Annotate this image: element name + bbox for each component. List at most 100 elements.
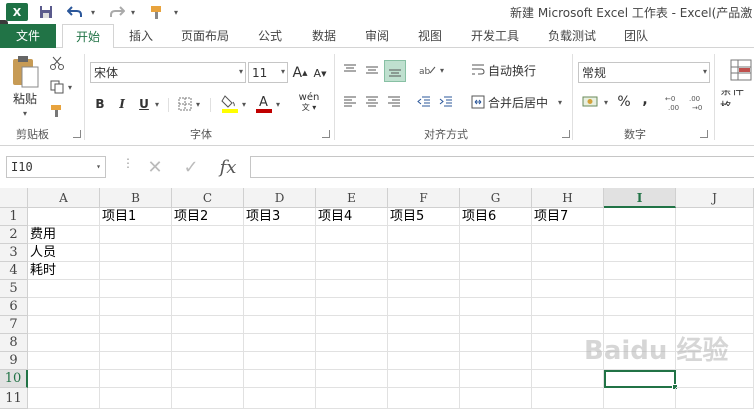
cell-f7[interactable] [388,316,460,334]
orientation-icon[interactable]: ab [416,60,438,80]
font-color-icon[interactable]: A [254,92,274,114]
cell-i11[interactable] [604,388,676,409]
tab-view[interactable]: 视图 [408,24,452,48]
cell-a1[interactable] [28,208,100,226]
cell-d3[interactable] [244,244,316,262]
cell-j6[interactable] [676,298,754,316]
column-header-j[interactable]: J [676,188,754,208]
cell-i2[interactable] [604,226,676,244]
column-header-g[interactable]: G [460,188,532,208]
cell-c1[interactable]: 项目2 [172,208,244,226]
select-all-button[interactable] [0,188,28,208]
increase-decimal-icon[interactable]: ←0.00 [664,92,686,114]
cell-c11[interactable] [172,388,244,409]
row-header-6[interactable]: 6 [0,298,28,316]
align-top-icon[interactable] [340,60,360,80]
cell-b7[interactable] [100,316,172,334]
cell-f3[interactable] [388,244,460,262]
cell-b10[interactable] [100,370,172,388]
cell-i4[interactable] [604,262,676,280]
cell-d1[interactable]: 项目3 [244,208,316,226]
tab-review[interactable]: 审阅 [356,24,398,48]
shrink-font-button[interactable]: A ▼ [313,64,327,83]
cell-c8[interactable] [172,334,244,352]
cell-j1[interactable] [676,208,754,226]
cell-g10[interactable] [460,370,532,388]
cell-j11[interactable] [676,388,754,409]
align-left-icon[interactable] [340,92,360,112]
italic-button[interactable]: I [114,94,130,114]
conditional-formatting-icon[interactable] [728,56,754,86]
cell-j10[interactable] [676,370,754,388]
redo-dropdown-icon[interactable]: ▾ [128,3,138,21]
cell-h10[interactable] [532,370,604,388]
row-header-9[interactable]: 9 [0,352,28,370]
cell-i3[interactable] [604,244,676,262]
row-header-2[interactable]: 2 [0,226,28,244]
enter-icon[interactable]: ✓ [176,156,206,178]
cell-e5[interactable] [316,280,388,298]
merge-center-dropdown-icon[interactable]: ▾ [556,96,564,108]
cell-d9[interactable] [244,352,316,370]
undo-icon[interactable] [64,3,86,21]
cell-b5[interactable] [100,280,172,298]
cell-b1[interactable]: 项目1 [100,208,172,226]
bold-button[interactable]: B [92,94,108,114]
cell-d5[interactable] [244,280,316,298]
tab-formulas[interactable]: 公式 [250,24,290,48]
cell-f8[interactable] [388,334,460,352]
cell-c7[interactable] [172,316,244,334]
increase-indent-icon[interactable] [436,92,456,112]
column-header-h[interactable]: H [532,188,604,208]
cell-g1[interactable]: 项目6 [460,208,532,226]
fill-color-icon[interactable] [220,92,240,114]
paste-button[interactable]: 粘贴 [8,90,42,106]
align-center-icon[interactable] [362,92,382,112]
cell-f10[interactable] [388,370,460,388]
cell-d2[interactable] [244,226,316,244]
cell-c3[interactable] [172,244,244,262]
decrease-decimal-icon[interactable]: .00 →0 [688,92,710,114]
comma-style-button[interactable]: , [638,90,652,110]
row-header-8[interactable]: 8 [0,334,28,352]
format-painter-icon[interactable] [48,102,66,120]
cell-g9[interactable] [460,352,532,370]
row-header-3[interactable]: 3 [0,244,28,262]
column-header-a[interactable]: A [28,188,100,208]
column-header-d[interactable]: D [244,188,316,208]
accounting-dropdown-icon[interactable]: ▾ [602,96,610,108]
cell-j3[interactable] [676,244,754,262]
grow-font-button[interactable]: A ▲ [292,62,308,83]
underline-dropdown-icon[interactable]: ▾ [153,98,161,110]
column-header-b[interactable]: B [100,188,172,208]
copy-icon[interactable] [48,78,66,96]
row-header-5[interactable]: 5 [0,280,28,298]
cell-d6[interactable] [244,298,316,316]
cell-j2[interactable] [676,226,754,244]
column-header-f[interactable]: F [388,188,460,208]
worksheet-grid[interactable]: A B C D E F G H I J 1 项目1 项目2 项目3 项目4 项目5 项目6 项目7 2 费用 3 人员 4 耗… [0,188,754,409]
cell-a9[interactable] [28,352,100,370]
align-bottom-icon[interactable] [384,60,406,82]
cell-f11[interactable] [388,388,460,409]
cell-b4[interactable] [100,262,172,280]
row-header-7[interactable]: 7 [0,316,28,334]
insert-function-button[interactable]: fx [212,156,244,178]
cell-g5[interactable] [460,280,532,298]
row-header-10[interactable]: 10 [0,370,28,388]
cell-j5[interactable] [676,280,754,298]
font-color-dropdown-icon[interactable]: ▾ [274,98,282,110]
conditional-formatting-button[interactable]: 条件格 [720,90,754,106]
cell-a4[interactable]: 耗时 [28,262,100,280]
tab-developer[interactable]: 开发工具 [462,24,528,48]
tab-load-test[interactable]: 负载测试 [540,24,604,48]
cell-d10[interactable] [244,370,316,388]
clipboard-launcher-icon[interactable] [73,130,81,138]
customize-icon[interactable]: ▾ [170,3,182,21]
redo-icon[interactable] [106,3,128,21]
tab-page-layout[interactable]: 页面布局 [170,24,240,48]
column-header-i[interactable]: I [604,188,676,208]
cell-h3[interactable] [532,244,604,262]
cell-i1[interactable] [604,208,676,226]
orientation-dropdown-icon[interactable]: ▾ [438,64,446,76]
